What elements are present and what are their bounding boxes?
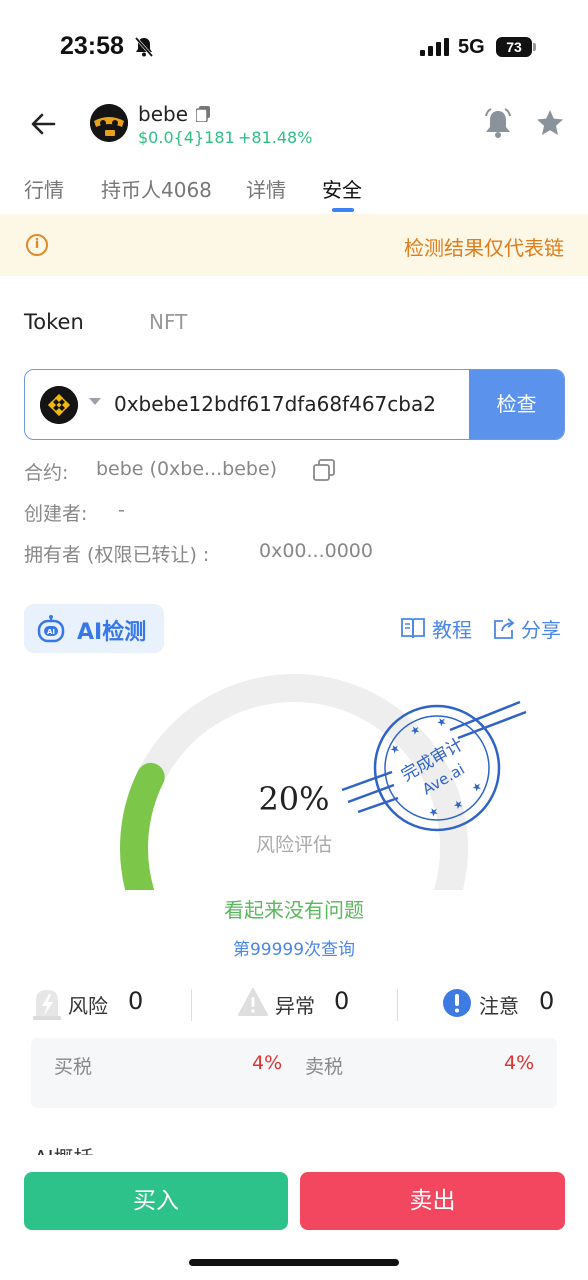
stat-risk-label: 风险 (68, 994, 108, 1018)
tab-market[interactable]: 行情 (24, 174, 64, 203)
toggle-nft[interactable]: NFT (149, 310, 187, 334)
svg-text:★: ★ (426, 804, 441, 820)
stat-risk-value: 0 (128, 987, 144, 1015)
active-tab-indicator (332, 208, 354, 212)
owner-label: 拥有者 (权限已转让) : (24, 544, 210, 566)
bnb-chain-icon[interactable] (40, 386, 78, 424)
svg-text:★: ★ (387, 741, 402, 757)
tab-holders[interactable]: 持币人4068 (101, 174, 212, 203)
alert-bell-button[interactable] (484, 108, 512, 142)
notice-text: 检测结果仅代表链 (404, 236, 564, 260)
sell-tax-value: 4% (504, 1052, 535, 1074)
tab-details[interactable]: 详情 (246, 174, 286, 203)
back-button[interactable] (28, 108, 60, 140)
buy-tax-value: 4% (252, 1052, 283, 1074)
copy-icon[interactable] (313, 459, 335, 485)
token-avatar (90, 104, 128, 142)
svg-text:★: ★ (451, 797, 466, 813)
query-count: 第99999次查询 (232, 940, 356, 960)
audit-stamp: 完成审计 Ave.ai ★ ★ ★ ★ ★ ★ (341, 700, 527, 832)
book-icon[interactable] (400, 616, 426, 644)
favorite-star-button[interactable] (535, 108, 565, 142)
copy-icon[interactable] (195, 106, 210, 126)
cellular-signal-icon (420, 38, 450, 60)
share-link[interactable]: 分享 (521, 614, 561, 643)
battery-level: 73 (496, 37, 532, 57)
status-time: 23:58 (60, 32, 124, 60)
svg-text:AI: AI (47, 628, 55, 636)
sell-tax-label: 卖税 (305, 1056, 344, 1078)
exclamation-icon (442, 986, 472, 1022)
address-input[interactable] (114, 380, 460, 428)
tax-panel (31, 1038, 557, 1108)
tab-security[interactable]: 安全 (322, 174, 362, 203)
tutorial-link[interactable]: 教程 (432, 614, 472, 643)
sell-button[interactable]: 卖出 (300, 1172, 565, 1230)
creator-label: 创建者: (24, 503, 88, 525)
token-price: $0.0{4}181 (138, 128, 235, 147)
result-text: 看起来没有问题 (224, 898, 364, 922)
buy-button[interactable]: 买入 (24, 1172, 288, 1230)
stat-anomaly-value: 0 (334, 987, 350, 1015)
token-name: bebe (138, 102, 188, 126)
check-button[interactable]: 检查 (469, 370, 564, 439)
risk-label: 风险评估 (255, 834, 332, 856)
contract-value: bebe (0xbe...bebe) (96, 458, 278, 480)
warning-icon (237, 986, 269, 1022)
owner-value: 0x00...0000 (259, 540, 373, 562)
ai-robot-icon: AI (36, 614, 66, 648)
chevron-down-icon[interactable] (89, 398, 101, 405)
bell-off-icon (134, 36, 154, 62)
svg-text:★: ★ (408, 722, 423, 738)
gauge-fill (120, 762, 165, 890)
home-indicator[interactable] (189, 1259, 399, 1266)
price-change: +81.48% (238, 128, 313, 147)
stat-anomaly-label: 异常 (275, 994, 315, 1018)
info-icon: i (26, 234, 48, 256)
stat-notice-value: 0 (539, 987, 555, 1015)
star-icon (537, 110, 563, 135)
creator-value: - (118, 499, 125, 521)
stat-divider (191, 989, 192, 1021)
network-type: 5G (458, 36, 485, 58)
risk-percent: 20% (258, 780, 330, 818)
back-arrow-icon (31, 113, 56, 135)
contract-label: 合约: (24, 462, 69, 484)
buy-tax-label: 买税 (54, 1056, 93, 1078)
battery-icon: 73 (496, 37, 536, 57)
alert-bell-icon (485, 108, 511, 138)
ai-detect-label: AI检测 (77, 620, 147, 645)
lightning-icon (32, 986, 62, 1024)
stat-divider (397, 989, 398, 1021)
toggle-token[interactable]: Token (24, 310, 84, 334)
stat-notice-label: 注意 (479, 994, 519, 1018)
share-icon[interactable] (492, 617, 516, 645)
